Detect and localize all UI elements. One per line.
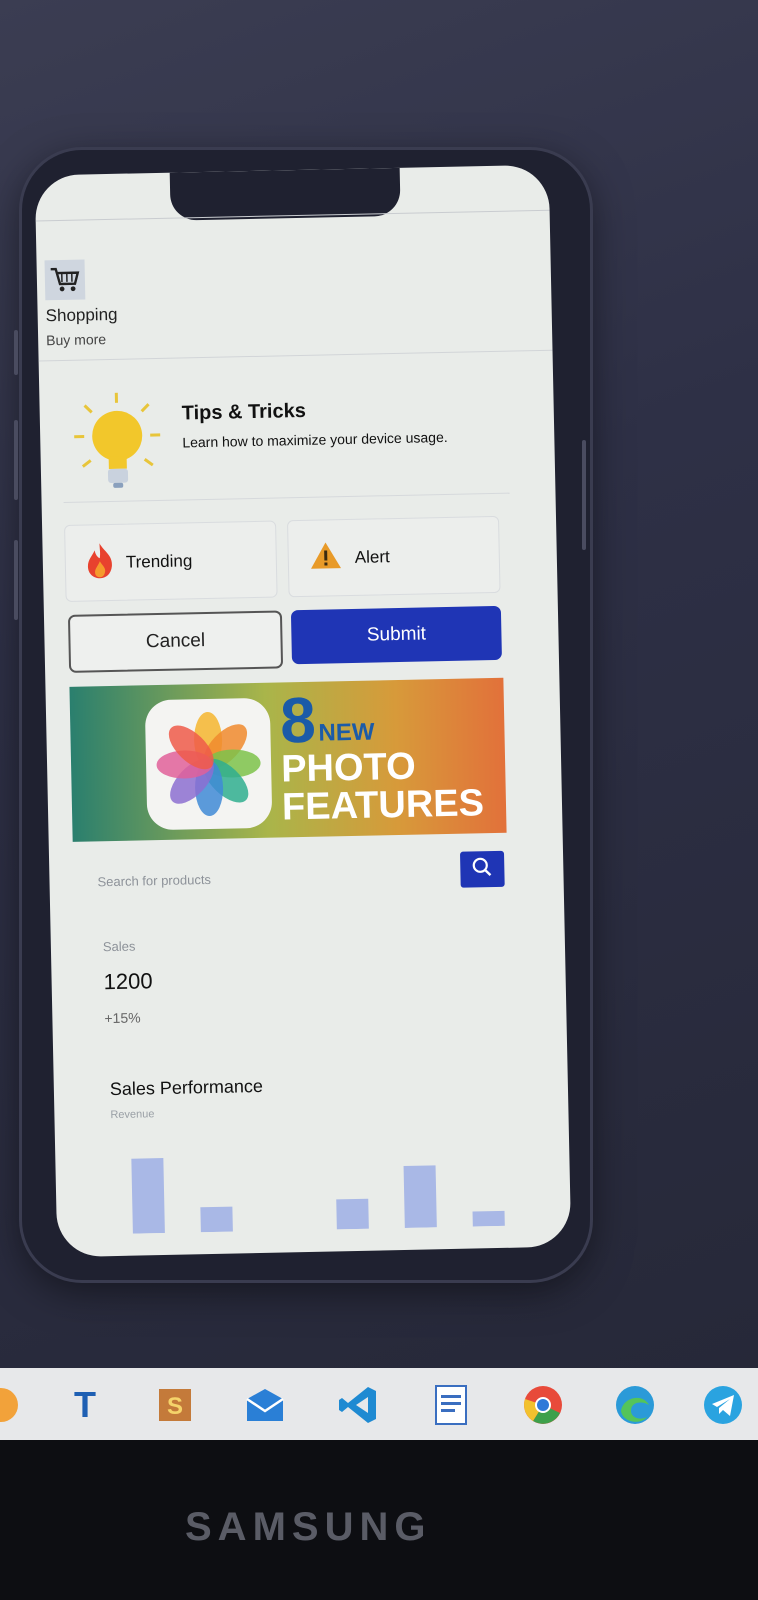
banner-new: NEW bbox=[318, 718, 375, 747]
trending-label: Trending bbox=[125, 550, 193, 572]
document-icon[interactable] bbox=[428, 1382, 474, 1428]
cart-icon bbox=[44, 259, 86, 301]
divider bbox=[38, 349, 553, 362]
stat-value: 1200 bbox=[103, 968, 153, 995]
phone-screen: Shopping Buy more Tips & Tricks Learn ho… bbox=[34, 164, 572, 1258]
text-app-icon[interactable]: T bbox=[62, 1382, 108, 1428]
tips-title: Tips & Tricks bbox=[181, 399, 307, 425]
search-button[interactable] bbox=[459, 850, 505, 888]
phone-side-button bbox=[14, 540, 18, 620]
phone-side-button bbox=[14, 330, 18, 375]
phone-side-button bbox=[14, 420, 18, 500]
alert-label: Alert bbox=[354, 546, 390, 567]
s-app-icon[interactable]: S bbox=[152, 1382, 198, 1428]
app-icon[interactable] bbox=[0, 1382, 24, 1428]
chart-bar bbox=[131, 1158, 165, 1234]
edge-icon[interactable] bbox=[612, 1382, 658, 1428]
chart-bar bbox=[403, 1165, 437, 1228]
shopping-shortcut[interactable]: Shopping Buy more bbox=[44, 259, 119, 349]
chart-bar bbox=[472, 1210, 505, 1227]
banner-photo: PHOTO bbox=[280, 745, 417, 791]
chart-subtitle: Revenue bbox=[110, 1108, 155, 1122]
sales-bar-chart bbox=[131, 1158, 505, 1234]
taskbar: T S bbox=[0, 1368, 758, 1440]
lightbulb-icon bbox=[69, 390, 166, 497]
search-input[interactable]: Search for products bbox=[97, 872, 211, 889]
tips-description: Learn how to maximize your device usage. bbox=[182, 428, 448, 451]
tips-card[interactable]: Tips & Tricks Learn how to maximize your… bbox=[61, 377, 510, 503]
alert-card[interactable]: Alert bbox=[287, 515, 501, 598]
chart-bar bbox=[269, 1230, 301, 1231]
shopping-title: Shopping bbox=[45, 304, 118, 326]
phone-power-button bbox=[582, 440, 586, 550]
monitor-brand: SAMSUNG bbox=[185, 1505, 432, 1549]
banner-number: 8 bbox=[279, 683, 317, 757]
promo-banner[interactable]: 8 NEW PHOTO FEATURES bbox=[69, 677, 507, 842]
mail-icon[interactable] bbox=[242, 1382, 288, 1428]
banner-features: FEATURES bbox=[281, 782, 485, 829]
chart-bar bbox=[336, 1198, 369, 1230]
warning-icon bbox=[308, 540, 343, 576]
submit-button[interactable]: Submit bbox=[290, 605, 502, 665]
stat-change: +15% bbox=[104, 1009, 141, 1027]
fire-icon bbox=[85, 541, 114, 585]
telegram-icon[interactable] bbox=[700, 1382, 746, 1428]
trending-card[interactable]: Trending bbox=[64, 520, 278, 602]
shopping-subtitle: Buy more bbox=[46, 331, 107, 349]
photos-app-icon bbox=[144, 697, 273, 831]
chart-title: Sales Performance bbox=[109, 1075, 264, 1100]
s-app-letter: S bbox=[167, 1393, 183, 1420]
cancel-button[interactable]: Cancel bbox=[67, 610, 284, 673]
chart-bar bbox=[200, 1206, 233, 1233]
chrome-icon[interactable] bbox=[520, 1382, 566, 1428]
search-icon bbox=[471, 856, 494, 883]
vscode-icon[interactable] bbox=[335, 1382, 381, 1428]
text-app-letter: T bbox=[74, 1384, 96, 1425]
stat-label: Sales bbox=[102, 938, 136, 955]
